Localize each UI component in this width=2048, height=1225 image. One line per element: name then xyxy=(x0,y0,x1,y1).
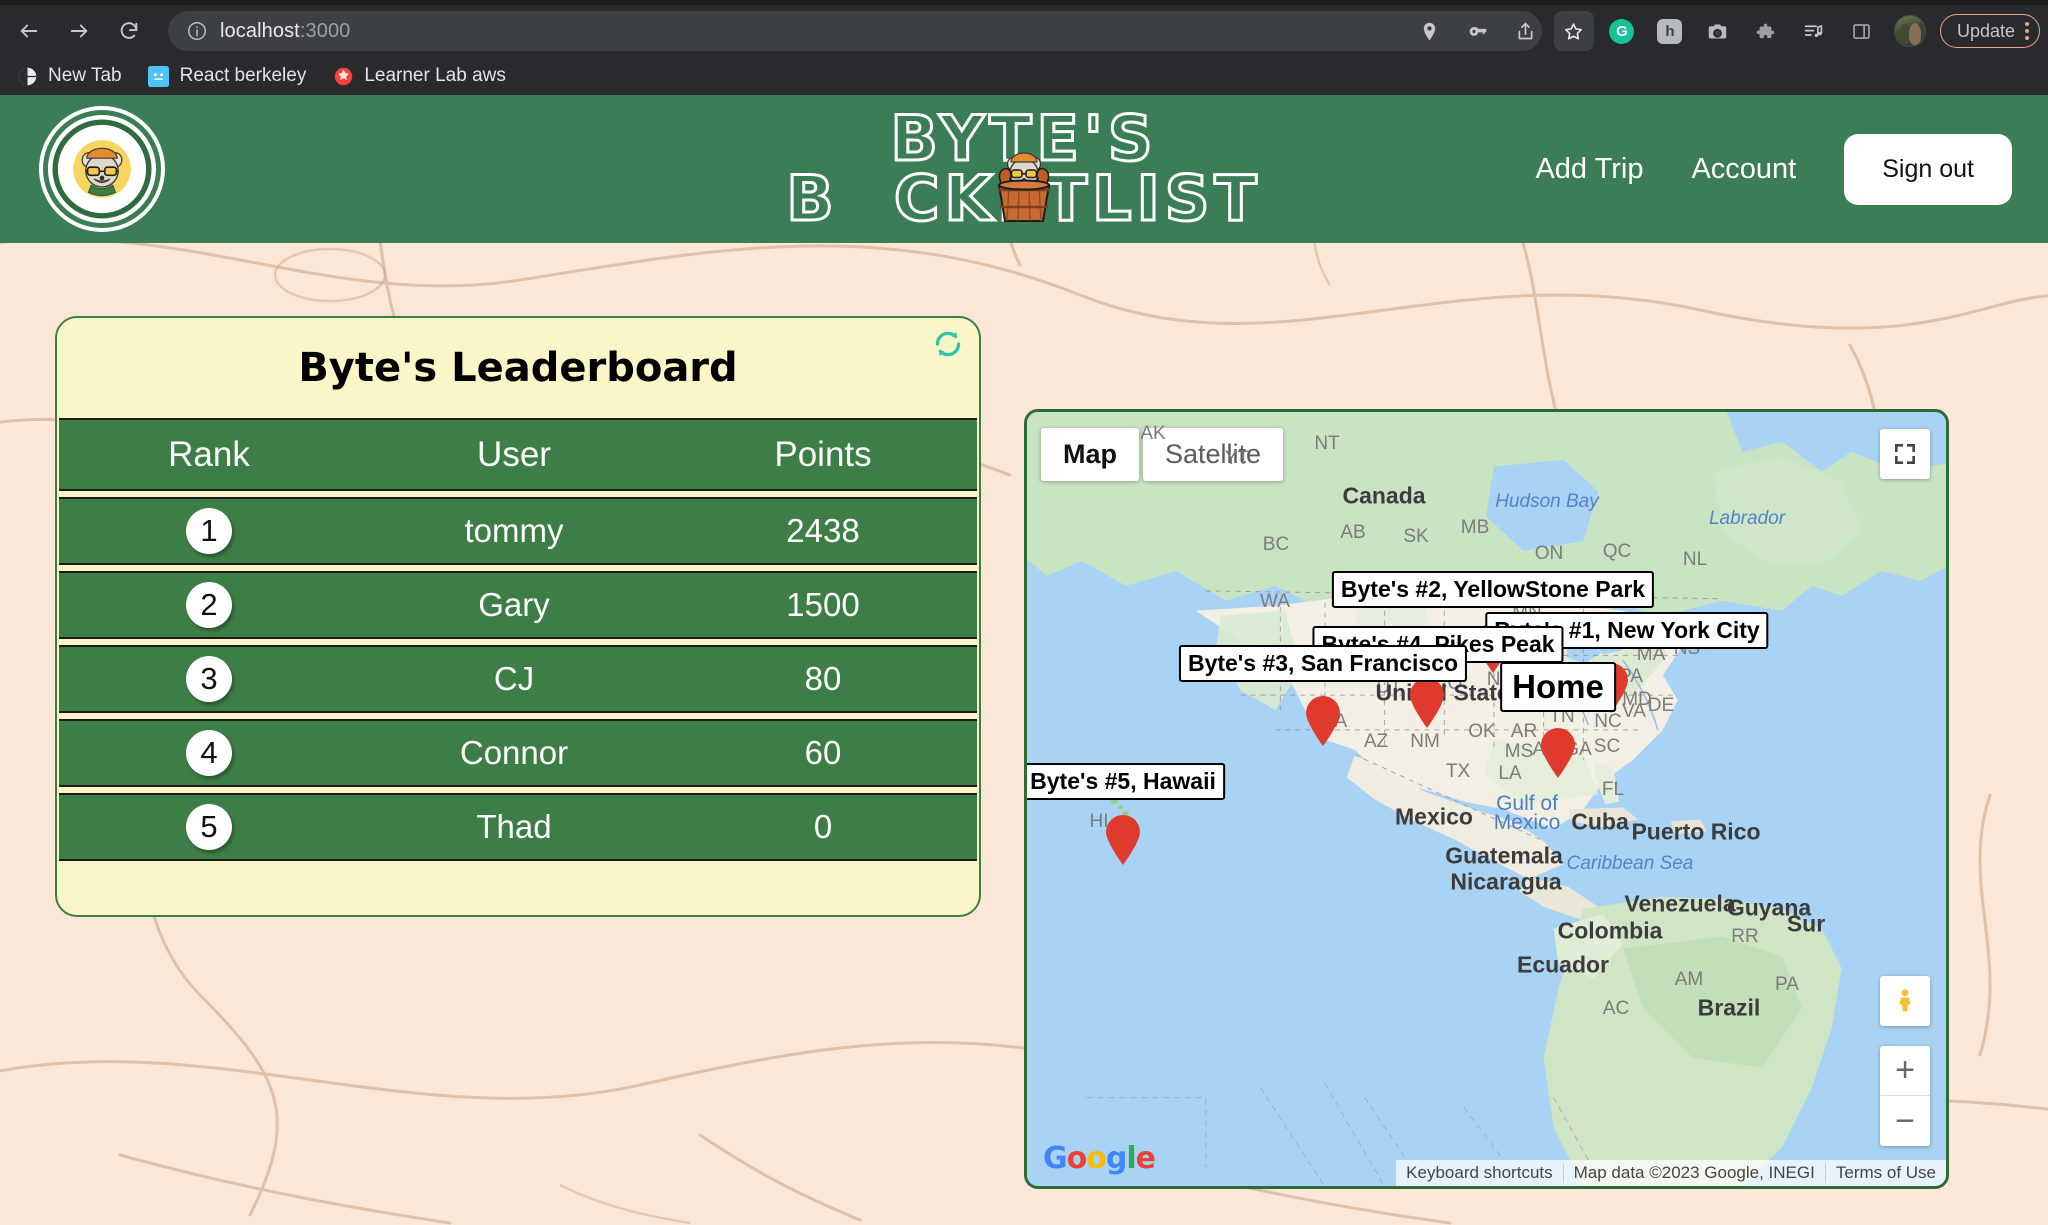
honey-extension-icon[interactable]: h xyxy=(1650,11,1690,51)
user-cell: Gary xyxy=(478,586,550,623)
url-host: localhost xyxy=(220,19,300,42)
address-bar-text: localhost:3000 xyxy=(220,20,350,43)
dog-in-bucket-icon xyxy=(997,152,1051,222)
share-icon[interactable] xyxy=(1506,11,1546,51)
brand-line2-after: CKETLIST xyxy=(892,162,1262,235)
user-cell: CJ xyxy=(493,660,535,697)
bookmarks-bar: New Tab React berkeley Learner Lab aws xyxy=(0,57,2048,95)
points-cell: 2438 xyxy=(786,512,860,549)
location-pin-icon[interactable] xyxy=(1410,11,1450,51)
fullscreen-icon[interactable] xyxy=(1880,429,1930,479)
user-cell: tommy xyxy=(464,512,564,549)
grammarly-extension-icon[interactable]: G xyxy=(1602,11,1642,51)
map-marker-label[interactable]: Byte's #5, Hawaii xyxy=(1027,763,1225,800)
brand-line2-before: B xyxy=(785,162,839,235)
update-button-label: Update xyxy=(1956,20,2015,41)
page-content: ·BYTE'S· BUCKETLIST BYTE'S B CKETLIST Ad… xyxy=(0,95,2048,1225)
zoom-out-button[interactable]: − xyxy=(1880,1096,1930,1146)
user-cell: Connor xyxy=(459,734,569,771)
site-header: ·BYTE'S· BUCKETLIST BYTE'S B CKETLIST Ad… xyxy=(0,95,2048,243)
map-data-copyright: Map data ©2023 Google, INEGI xyxy=(1562,1163,1825,1183)
zoom-in-button[interactable]: + xyxy=(1880,1046,1930,1096)
map-type-map-button[interactable]: Map xyxy=(1041,428,1139,481)
map-marker-pin-icon[interactable] xyxy=(1304,695,1342,747)
aws-lab-icon xyxy=(332,65,354,87)
rank-badge: 3 xyxy=(186,656,232,702)
bookmark-star-icon[interactable] xyxy=(1553,11,1594,51)
globe-icon xyxy=(16,65,38,87)
bookmark-label: New Tab xyxy=(48,65,122,86)
terms-of-use-link[interactable]: Terms of Use xyxy=(1824,1163,1946,1183)
column-header-user: User xyxy=(477,434,551,474)
points-cell: 1500 xyxy=(786,586,860,623)
rank-badge: 1 xyxy=(186,508,232,554)
map-marker-pin-icon[interactable] xyxy=(1539,727,1577,779)
profile-avatar[interactable] xyxy=(1893,15,1926,47)
screenshot-camera-icon[interactable] xyxy=(1698,11,1738,51)
bookmark-react-berkeley[interactable]: React berkeley xyxy=(148,65,307,87)
leaderboard-title: Byte's Leaderboard xyxy=(298,345,738,391)
column-header-points: Points xyxy=(774,434,872,474)
trips-map[interactable]: Map Satellite + − AK YT NT Canada Hudson Bay… xyxy=(1024,409,1949,1189)
map-attribution: Keyboard shortcuts Map data ©2023 Google… xyxy=(1396,1160,1946,1186)
rank-cell: 4 xyxy=(59,730,359,776)
rank-badge: 5 xyxy=(186,804,232,850)
reload-icon[interactable] xyxy=(108,10,150,52)
bookmark-label: Learner Lab aws xyxy=(364,65,506,86)
rank-cell: 2 xyxy=(59,582,359,628)
street-view-pegman-icon[interactable] xyxy=(1880,976,1930,1026)
leaderboard-panel: Byte's Leaderboard Rank User Points 1 to… xyxy=(55,316,981,917)
leaderboard-row[interactable]: 3 CJ 80 xyxy=(59,645,977,713)
back-arrow-icon[interactable] xyxy=(8,10,50,52)
media-playlist-icon[interactable] xyxy=(1794,11,1834,51)
nav-account[interactable]: Account xyxy=(1691,153,1796,186)
map-marker-pin-icon[interactable] xyxy=(1408,677,1446,729)
user-cell: Thad xyxy=(476,808,552,845)
three-dot-menu-icon[interactable] xyxy=(2025,22,2029,40)
leaderboard-header-row: Rank User Points xyxy=(59,418,977,491)
rank-cell: 1 xyxy=(59,508,359,554)
leaderboard-row[interactable]: 1 tommy 2438 xyxy=(59,497,977,565)
extensions-puzzle-icon[interactable] xyxy=(1746,11,1786,51)
column-header-rank: Rank xyxy=(168,434,250,474)
react-app-icon xyxy=(148,65,170,87)
site-navigation: Add Trip Account Sign out xyxy=(1535,95,2012,243)
google-logo: Google xyxy=(1043,1141,1156,1176)
map-type-satellite-button[interactable]: Satellite xyxy=(1143,428,1284,481)
address-bar[interactable]: localhost:3000 xyxy=(168,11,1542,51)
leaderboard-row[interactable]: 2 Gary 1500 xyxy=(59,571,977,639)
points-cell: 80 xyxy=(804,660,842,697)
forward-arrow-icon[interactable] xyxy=(58,10,100,52)
url-port: :3000 xyxy=(299,19,351,42)
map-marker-label[interactable]: Byte's #2, YellowStone Park xyxy=(1331,571,1655,608)
leaderboard-row[interactable]: 4 Connor 60 xyxy=(59,719,977,787)
bookmark-learner-lab-aws[interactable]: Learner Lab aws xyxy=(332,65,506,87)
password-key-icon[interactable] xyxy=(1458,11,1498,51)
bookmark-new-tab[interactable]: New Tab xyxy=(16,65,122,87)
leaderboard-row[interactable]: 5 Thad 0 xyxy=(59,793,977,861)
site-info-icon[interactable] xyxy=(186,20,208,42)
refresh-icon[interactable] xyxy=(933,329,963,359)
sign-out-button[interactable]: Sign out xyxy=(1844,133,2012,205)
map-type-control: Map Satellite xyxy=(1041,428,1284,481)
bookmark-label: React berkeley xyxy=(179,65,307,86)
map-marker-label[interactable]: Byte's #3, San Francisco xyxy=(1178,645,1468,682)
points-cell: 60 xyxy=(804,734,842,771)
byte-bucketlist-logo[interactable]: ·BYTE'S· BUCKETLIST xyxy=(43,110,161,228)
browser-chrome: localhost:3000 G h Update New Tab React … xyxy=(0,0,2048,95)
browser-toolbar-icons: G h Update xyxy=(1406,5,2040,57)
rank-badge: 4 xyxy=(186,730,232,776)
rank-cell: 3 xyxy=(59,656,359,702)
rank-cell: 5 xyxy=(59,804,359,850)
update-button[interactable]: Update xyxy=(1939,14,2040,48)
map-marker-pin-icon[interactable] xyxy=(1104,814,1142,866)
side-panel-icon[interactable] xyxy=(1842,11,1882,51)
keyboard-shortcuts-link[interactable]: Keyboard shortcuts xyxy=(1396,1163,1562,1183)
map-marker-label[interactable]: Home xyxy=(1500,662,1616,712)
nav-add-trip[interactable]: Add Trip xyxy=(1535,153,1643,186)
brand-line-2: BUCKETLIST xyxy=(785,152,1261,231)
rank-badge: 2 xyxy=(186,582,232,628)
points-cell: 0 xyxy=(813,808,833,845)
map-zoom-control: + − xyxy=(1880,1046,1930,1146)
